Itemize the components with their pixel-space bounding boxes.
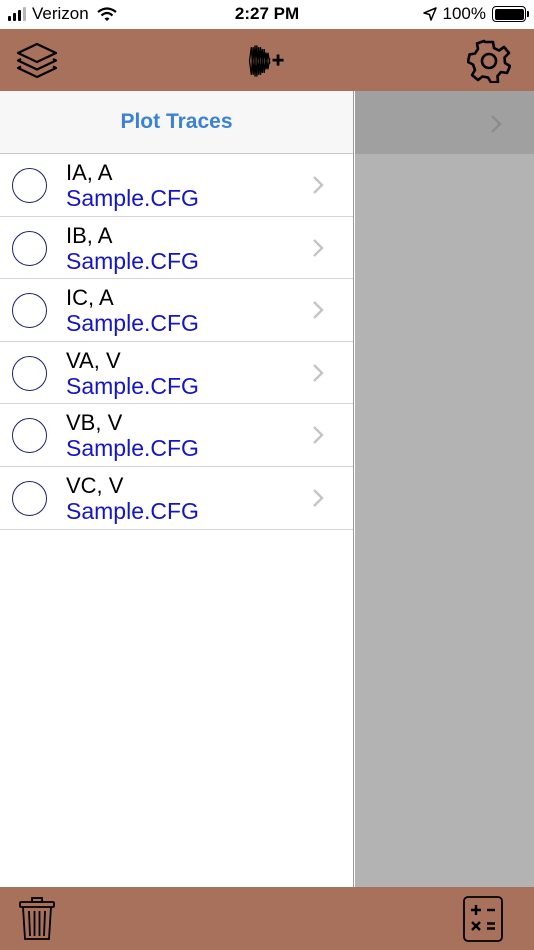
panel-title: Plot Traces xyxy=(120,110,233,133)
add-waveform-icon xyxy=(248,45,284,77)
trace-select-radio[interactable] xyxy=(12,418,47,454)
layers-icon xyxy=(16,42,58,79)
detail-header xyxy=(355,91,534,154)
trace-row[interactable]: IB, A Sample.CFG xyxy=(0,217,353,280)
chevron-right-icon xyxy=(313,426,324,445)
trace-name: VC, V xyxy=(66,472,124,498)
delete-button[interactable] xyxy=(14,895,60,943)
app-screen: Verizon 2:27 PM 100% Plot Traces IA, A S… xyxy=(0,0,534,950)
chevron-right-icon xyxy=(313,363,324,382)
trace-row[interactable]: IA, A Sample.CFG xyxy=(0,154,353,217)
trace-select-radio[interactable] xyxy=(12,168,47,203)
trace-row[interactable]: VC, V Sample.CFG xyxy=(0,467,353,530)
gear-icon xyxy=(467,39,511,83)
trace-name: VA, V xyxy=(66,347,121,373)
trace-row[interactable]: VA, V Sample.CFG xyxy=(0,342,353,405)
chevron-right-icon xyxy=(313,301,324,320)
trace-list: IA, A Sample.CFG IB, A Sample.CFG IC, A … xyxy=(0,154,353,530)
detail-pane[interactable] xyxy=(355,91,534,887)
bottom-toolbar xyxy=(0,887,534,950)
location-arrow-icon xyxy=(422,7,437,21)
trace-file: Sample.CFG xyxy=(66,247,199,274)
panel-header: Plot Traces xyxy=(0,91,353,154)
trace-name: IA, A xyxy=(66,160,113,185)
chevron-right-icon xyxy=(313,176,324,194)
trace-file: Sample.CFG xyxy=(66,310,199,337)
trash-icon xyxy=(19,897,55,940)
trace-row[interactable]: VB, V Sample.CFG xyxy=(0,404,353,467)
plot-traces-panel: Plot Traces IA, A Sample.CFG IB, A Sampl… xyxy=(0,91,354,887)
battery-icon xyxy=(492,6,529,22)
chevron-right-icon xyxy=(313,238,324,257)
trace-file: Sample.CFG xyxy=(66,497,199,524)
layers-button[interactable] xyxy=(14,38,60,84)
trace-select-radio[interactable] xyxy=(12,293,47,329)
trace-name: IB, A xyxy=(66,222,113,248)
trace-file: Sample.CFG xyxy=(66,435,199,462)
calculator-icon xyxy=(463,896,503,942)
trace-name: VB, V xyxy=(66,410,123,436)
battery-percent: 100% xyxy=(442,4,486,23)
chevron-right-icon xyxy=(313,489,324,507)
trace-select-radio[interactable] xyxy=(12,355,47,391)
top-toolbar xyxy=(0,29,534,91)
add-waveform-button[interactable] xyxy=(244,38,290,84)
chevron-right-icon xyxy=(491,115,502,133)
settings-button[interactable] xyxy=(466,38,512,84)
trace-select-radio[interactable] xyxy=(12,480,47,516)
trace-row[interactable]: IC, A Sample.CFG xyxy=(0,279,353,342)
calculator-button[interactable] xyxy=(460,895,506,943)
status-right: 100% xyxy=(422,4,529,24)
status-bar: Verizon 2:27 PM 100% xyxy=(0,0,534,29)
trace-file: Sample.CFG xyxy=(66,185,199,211)
trace-select-radio[interactable] xyxy=(12,230,47,266)
trace-name: IC, A xyxy=(66,285,114,311)
trace-file: Sample.CFG xyxy=(66,372,199,399)
